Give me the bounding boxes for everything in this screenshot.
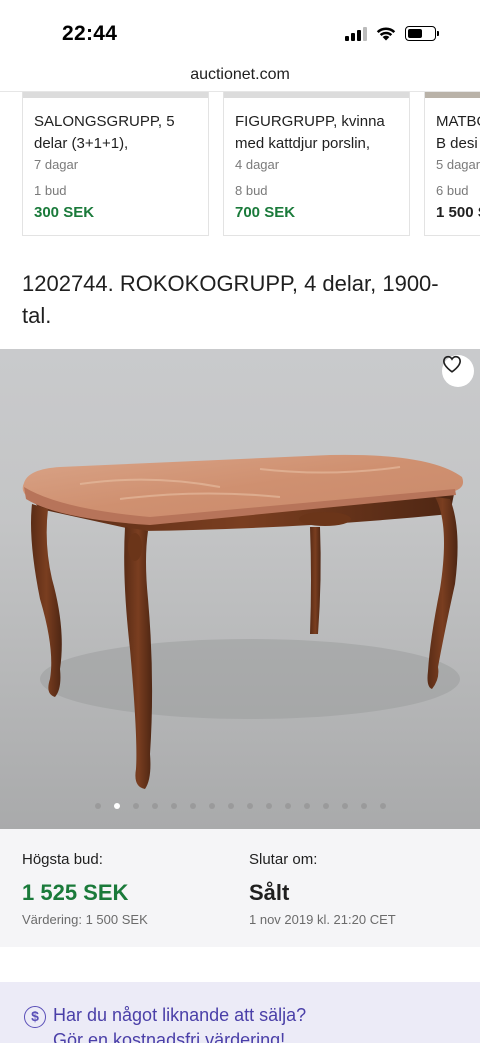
wifi-icon [376, 27, 396, 41]
related-item-image [224, 92, 409, 98]
related-item-bids: 1 bud [34, 183, 67, 198]
cellular-signal-icon [345, 26, 367, 41]
pagination-dot[interactable] [265, 803, 272, 809]
related-item-image [425, 92, 480, 98]
related-item-price: 300 SEK [34, 204, 95, 221]
related-item-days: 4 dagar [235, 157, 280, 172]
related-item-title: FIGURGRUPP, kvinna med kattdjur porslin, [235, 113, 385, 152]
related-item-image [23, 92, 208, 98]
related-item-price: 700 SEK [235, 204, 296, 221]
related-item-title: MATBO B desi [436, 113, 480, 152]
battery-icon [405, 25, 439, 41]
auction-status: Sålt [249, 880, 290, 905]
pagination-dot[interactable] [303, 803, 310, 809]
image-pagination-dots[interactable] [0, 803, 480, 809]
lot-title: 1202744. ROKOKOGRUPP, 4 delar, 1900-tal. [22, 271, 439, 328]
highest-bid-value: 1 525 SEK [22, 880, 129, 905]
sell-similar-banner[interactable]: $ Har du något liknande att sälja? Gör e… [0, 982, 480, 1043]
highest-bid-section: Högsta bud: 1 525 SEK Värdering: 1 500 S… [22, 851, 148, 927]
pagination-dot[interactable] [322, 803, 329, 809]
end-date-text: 1 nov 2019 kl. 21:20 CET [249, 912, 396, 927]
status-icons [345, 25, 439, 41]
status-bar: 22:44 [0, 0, 480, 62]
highest-bid-label: Högsta bud: [22, 851, 103, 868]
lot-image-gallery[interactable] [0, 349, 480, 829]
bid-info-panel: Högsta bud: 1 525 SEK Värdering: 1 500 S… [0, 829, 480, 947]
favorite-button[interactable] [442, 355, 474, 387]
pagination-dot[interactable] [227, 803, 234, 809]
ends-label: Slutar om: [249, 851, 318, 868]
related-item-price: 1 500 S [436, 204, 480, 221]
related-item-bids: 8 bud [235, 183, 268, 198]
pagination-dot[interactable] [189, 803, 196, 809]
free-valuation-link[interactable]: Gör en kostnadsfri värdering! [53, 1030, 285, 1043]
related-item-card[interactable]: MATBO B desi 5 dagar 6 bud 1 500 S [424, 92, 480, 236]
status-time: 22:44 [62, 22, 118, 45]
pagination-dot[interactable] [170, 803, 177, 809]
related-items-carousel[interactable]: SALONGSGRUPP, 5 delar (3+1+1), 7 dagar 1… [0, 92, 480, 242]
pagination-dot[interactable] [113, 803, 120, 809]
pagination-dot[interactable] [151, 803, 158, 809]
pagination-dot[interactable] [360, 803, 367, 809]
pagination-dot[interactable] [94, 803, 101, 809]
ends-section: Slutar om: Sålt 1 nov 2019 kl. 21:20 CET [249, 851, 396, 927]
pagination-dot[interactable] [246, 803, 253, 809]
pagination-dot[interactable] [284, 803, 291, 809]
table-photo [0, 349, 480, 829]
pagination-dot[interactable] [208, 803, 215, 809]
address-bar[interactable]: auctionet.com [0, 62, 480, 92]
heart-icon [442, 355, 462, 373]
related-item-card[interactable]: FIGURGRUPP, kvinna med kattdjur porslin,… [223, 92, 410, 236]
related-item-card[interactable]: SALONGSGRUPP, 5 delar (3+1+1), 7 dagar 1… [22, 92, 209, 236]
dollar-circle-icon: $ [24, 1006, 46, 1028]
url-text: auctionet.com [190, 66, 290, 83]
pagination-dot[interactable] [379, 803, 386, 809]
sell-banner-question: Har du något liknande att sälja? [53, 1005, 307, 1025]
related-item-days: 5 dagar [436, 157, 480, 172]
valuation-text: Värdering: 1 500 SEK [22, 912, 148, 927]
related-item-title: SALONGSGRUPP, 5 delar (3+1+1), [34, 113, 175, 152]
related-item-bids: 6 bud [436, 183, 469, 198]
related-item-days: 7 dagar [34, 157, 79, 172]
pagination-dot[interactable] [341, 803, 348, 809]
pagination-dot[interactable] [132, 803, 139, 809]
